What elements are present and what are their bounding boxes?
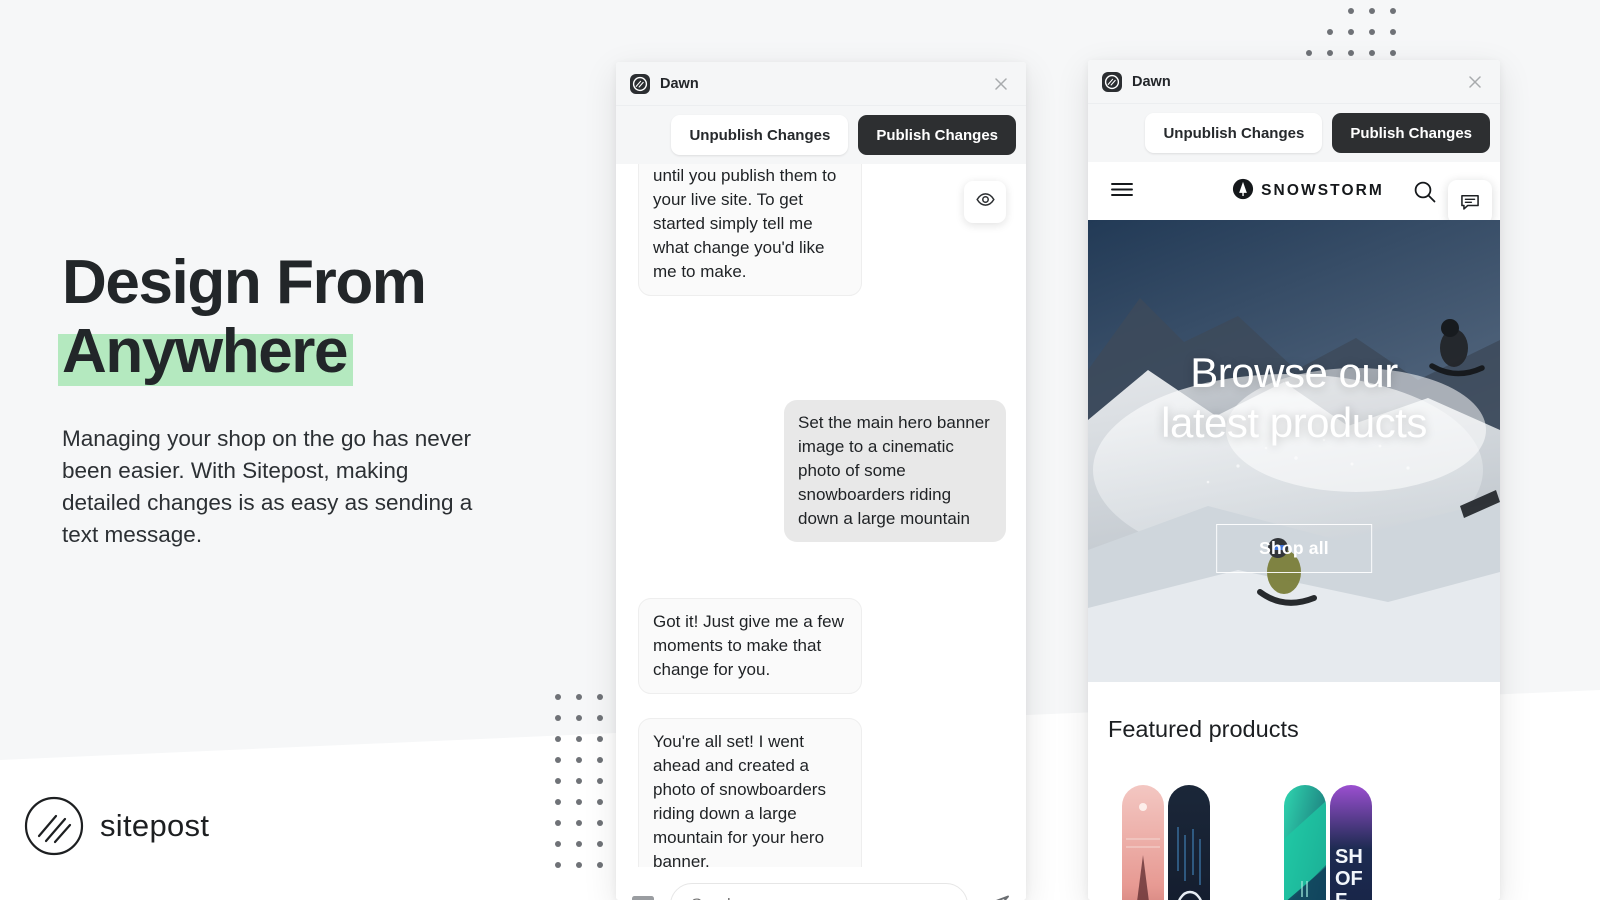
sitepost-logo: sitepost	[24, 796, 209, 856]
hero-title-line-2: Anywhere	[58, 317, 354, 387]
hero-subtitle: Managing your shop on the go has never b…	[62, 425, 473, 547]
storefront-brand[interactable]: SNOWSTORM	[1232, 178, 1384, 205]
image-icon[interactable]	[630, 892, 656, 900]
unpublish-changes-button[interactable]: Unpublish Changes	[1145, 113, 1323, 153]
pine-tree-circle-icon	[1232, 178, 1254, 205]
page-root: Design From Anywhere Managing your shop …	[0, 0, 1600, 900]
send-icon[interactable]	[982, 890, 1012, 900]
sitepost-wordmark: sitepost	[100, 808, 210, 843]
chat-bubble-user-1: Set the main hero banner image to a cine…	[784, 400, 1006, 542]
featured-products-heading: Featured products	[1108, 716, 1299, 742]
hero-heading-line-2: latest products	[1161, 398, 1427, 446]
chat-bubble-bot-3: You're all set! I went ahead and created…	[638, 718, 862, 867]
product-board-2b: SHOFF	[1330, 785, 1372, 900]
chat-bubble-icon[interactable]	[1448, 180, 1492, 224]
chat-bubble-bot-1: until you publish them to your live site…	[638, 164, 862, 296]
search-icon[interactable]	[1412, 179, 1438, 210]
svg-text:OF: OF	[1335, 868, 1363, 890]
product-card-1[interactable]	[1122, 785, 1210, 900]
hero-heading-line-1: Browse our	[1190, 349, 1398, 396]
close-icon[interactable]	[1464, 71, 1486, 93]
product-board-2a	[1284, 785, 1326, 900]
svg-text:F: F	[1335, 890, 1347, 900]
hero-title-line-2-text: Anywhere	[62, 317, 349, 387]
hero-heading: Browse our latest products	[1088, 348, 1500, 447]
hamburger-menu-icon[interactable]	[1108, 175, 1136, 208]
hero-copy: Design From Anywhere Managing your shop …	[58, 248, 582, 551]
preview-toggle-button[interactable]	[964, 181, 1006, 223]
site-window-titlebar: Dawn	[1088, 60, 1500, 104]
storefront-hero: Browse our latest products Shop all	[1088, 220, 1500, 682]
chat-bubble-bot-2: Got it! Just give me a few moments to ma…	[638, 598, 862, 694]
hero-banner-image	[1088, 220, 1500, 682]
storefront-navbar: SNOWSTORM	[1088, 162, 1500, 224]
chat-window: Dawn Unpublish Changes Publish Changes u…	[616, 62, 1026, 900]
search-input message-input[interactable]	[670, 882, 968, 900]
dawn-app-icon	[1102, 71, 1122, 92]
product-board-1a	[1122, 785, 1164, 900]
unpublish-changes-button[interactable]: Unpublish Changes	[671, 115, 849, 155]
featured-products-section: Featured products SH OF	[1088, 682, 1500, 900]
storefront-brand-name: SNOWSTORM	[1261, 182, 1384, 199]
chat-message-list[interactable]: until you publish them to your live site…	[616, 164, 1026, 867]
publish-changes-button[interactable]: Publish Changes	[858, 115, 1016, 155]
chat-composer	[616, 867, 1026, 900]
site-window-title: Dawn	[1132, 73, 1171, 90]
page-title: Design From Anywhere	[58, 248, 582, 387]
chat-window-titlebar: Dawn	[616, 62, 1026, 106]
eye-icon	[975, 189, 996, 215]
publish-changes-button[interactable]: Publish Changes	[1332, 113, 1490, 153]
chat-window-title: Dawn	[660, 75, 699, 92]
site-window-actionbar: Unpublish Changes Publish Changes	[1088, 104, 1500, 162]
site-preview-window: Dawn Unpublish Changes Publish Changes S…	[1088, 60, 1500, 900]
circle-slashes-icon	[24, 796, 84, 856]
shop-all-button[interactable]: Shop all	[1216, 524, 1372, 573]
featured-products-row: SHOFF	[1108, 785, 1480, 900]
chat-window-actionbar: Unpublish Changes Publish Changes	[616, 106, 1026, 164]
dawn-app-icon	[630, 73, 650, 94]
product-card-2[interactable]: SHOFF	[1284, 785, 1372, 900]
product-board-1b	[1168, 785, 1210, 900]
close-icon[interactable]	[990, 73, 1012, 95]
hero-title-line-1: Design From	[62, 248, 427, 317]
svg-text:SH: SH	[1335, 846, 1363, 868]
